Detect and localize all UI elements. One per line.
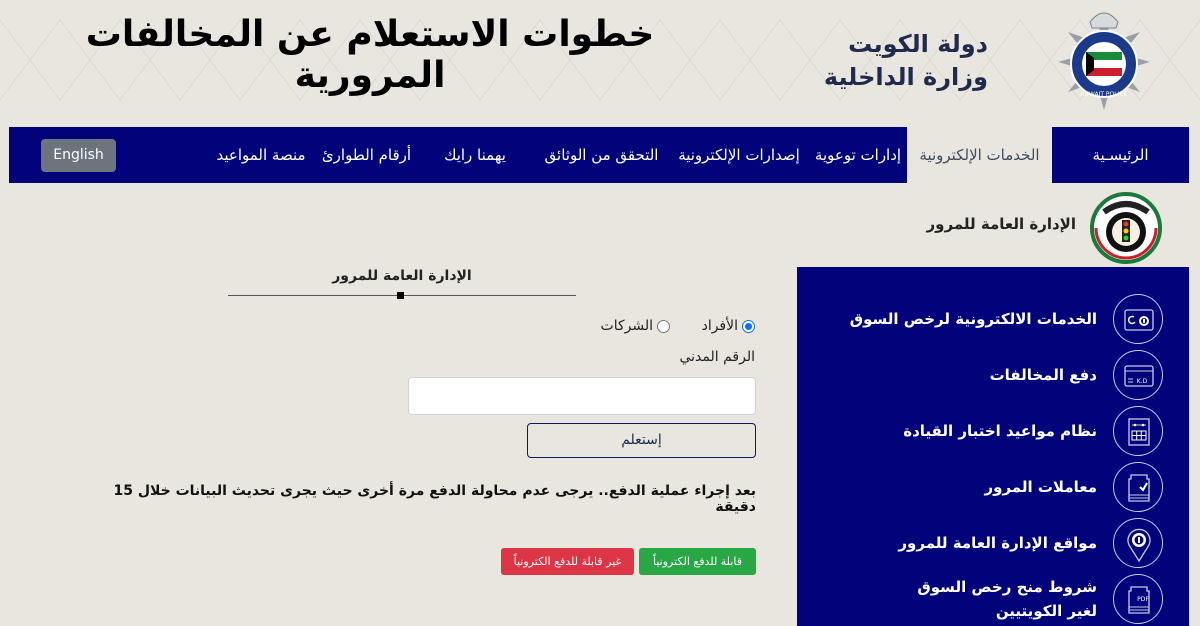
svg-text:PDF: PDF [1137, 596, 1149, 603]
inquire-button[interactable]: إستعلم [527, 423, 756, 458]
payment-card-icon: K.D [1113, 350, 1163, 400]
document-check-icon [1113, 462, 1163, 512]
radio-companies-button[interactable] [657, 319, 670, 333]
nav-home[interactable]: الرئيسـية [1052, 127, 1189, 183]
section-title: الإدارة العامة للمرور [926, 215, 1076, 233]
license-card-icon [1113, 294, 1163, 344]
service-traffic-locations[interactable]: مواقع الإدارة العامة للمرور [797, 515, 1189, 571]
service-driving-license-eservices[interactable]: الخدمات الالكترونية لرخص السوق [797, 291, 1189, 347]
nav-e-publications[interactable]: إصدارات الإلكترونية [669, 127, 809, 183]
english-language-button[interactable]: English [41, 139, 116, 172]
payment-notice: بعد إجراء عملية الدفع.. يرجى عدم محاولة … [113, 483, 756, 515]
svg-text:KUWAIT POLICE: KUWAIT POLICE [1081, 91, 1128, 98]
service-driving-test-appointments[interactable]: نظام مواعيد اختبار القيادة [797, 403, 1189, 459]
location-pin-icon [1113, 518, 1163, 568]
state-name: دولة الكويت [848, 30, 988, 58]
nav-emergency-numbers[interactable]: أرقام الطوارئ [319, 127, 414, 183]
nav-appointments-platform[interactable]: منصة المواعيد [211, 127, 311, 183]
nav-document-verification[interactable]: التحقق من الوثائق [534, 127, 669, 183]
service-non-kuwaiti-license-conditions[interactable]: PDF شروط منح رخص السوق لغير الكويتيين [797, 571, 1189, 626]
nav-e-services[interactable]: الخدمات الإلكترونية [907, 127, 1052, 183]
service-label: دفع المخالفات [989, 366, 1097, 384]
nav-awareness-departments[interactable]: إدارات توعوية [809, 127, 907, 183]
nav-feedback[interactable]: يهمنا رايك [431, 127, 519, 183]
radio-companies[interactable]: الشركات [601, 318, 670, 334]
main-navbar: الرئيسـية الخدمات الإلكترونية إدارات توع… [9, 127, 1189, 183]
traffic-department-logo [1090, 192, 1162, 264]
kuwait-police-logo[interactable]: KUWAIT POLICE [1046, 2, 1162, 120]
payable-online-badge: قابلة للدفع الكترونياً [639, 548, 756, 575]
services-panel: الخدمات الالكترونية لرخص السوق K.D دفع ا… [797, 267, 1189, 626]
service-label: شروط منح رخص السوق لغير الكويتيين [917, 578, 1097, 620]
applicant-type-radio-group: الأفراد الشركات [560, 318, 755, 338]
svg-text:K.D: K.D [1137, 378, 1148, 385]
ministry-of-interior: وزارة الداخلية [823, 63, 988, 91]
civil-id-label: الرقم المدني [679, 349, 755, 365]
not-payable-online-badge: غير قابلة للدفع الكترونياً [501, 548, 634, 575]
service-label: معاملات المرور [984, 478, 1097, 496]
radio-companies-label: الشركات [600, 318, 653, 334]
divider-dot [397, 292, 404, 299]
service-pay-violations[interactable]: K.D دفع المخالفات [797, 347, 1189, 403]
ministry-name: دولة الكويت وزارة الداخلية [824, 28, 988, 94]
radio-individuals-label: الأفراد [701, 318, 738, 334]
service-label: نظام مواعيد اختبار القيادة [903, 422, 1097, 440]
page-title: خطوات الاستعلام عن المخالفات المرورية [85, 14, 655, 96]
form-heading: الإدارة العامة للمرور [332, 268, 472, 284]
pdf-document-icon: PDF [1113, 574, 1163, 624]
radio-individuals-button[interactable] [742, 319, 755, 333]
service-label: الخدمات الالكترونية لرخص السوق [849, 310, 1097, 328]
civil-id-input[interactable] [408, 377, 756, 415]
calendar-icon [1113, 406, 1163, 456]
service-label: مواقع الإدارة العامة للمرور [898, 534, 1097, 552]
radio-individuals[interactable]: الأفراد [702, 318, 755, 334]
service-traffic-transactions[interactable]: معاملات المرور [797, 459, 1189, 515]
